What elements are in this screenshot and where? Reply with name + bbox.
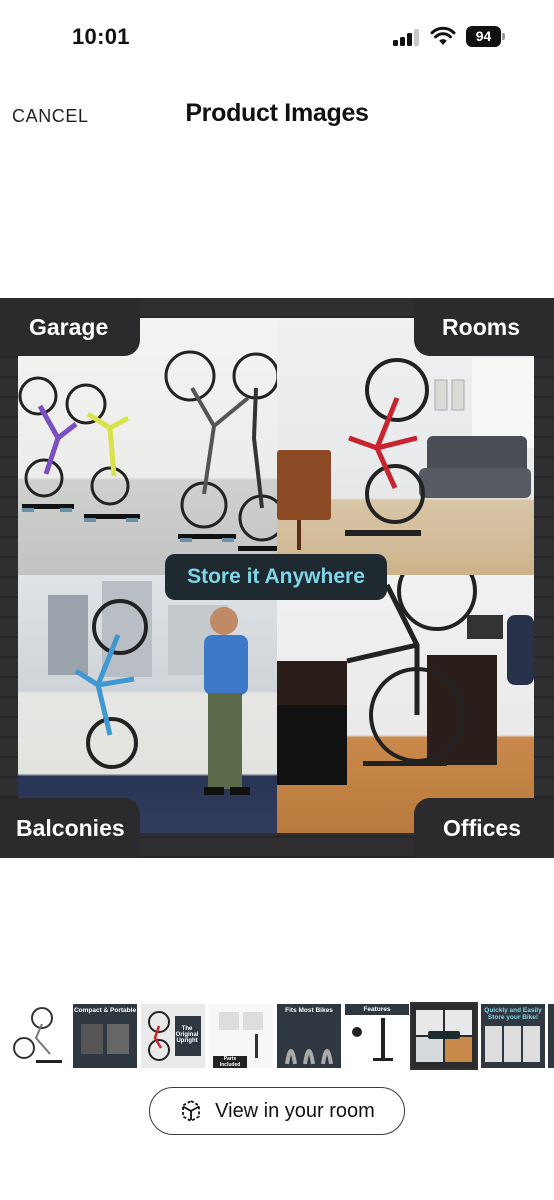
- status-bar: 10:01 94: [0, 0, 554, 76]
- ar-cube-icon: [182, 1099, 201, 1123]
- center-caption: Store it Anywhere: [165, 554, 387, 600]
- status-time: 10:01: [72, 24, 130, 49]
- label-offices: Offices: [414, 798, 554, 858]
- thumbnail-3[interactable]: The Original Upright: [141, 1004, 205, 1068]
- thumbnail-8[interactable]: Quickly and Easily Store your Bike!: [481, 1004, 545, 1068]
- garage-photo: [18, 318, 277, 575]
- label-balconies: Balconies: [0, 798, 140, 858]
- view-in-room-label: View in your room: [215, 1099, 375, 1122]
- thumbnail-6[interactable]: Features: [345, 1004, 409, 1068]
- battery-icon: 94: [466, 26, 506, 47]
- page-title: Product Images: [185, 99, 369, 127]
- thumbnail-strip[interactable]: Compact & Portable The Original Upright …: [0, 1002, 554, 1070]
- main-product-image[interactable]: Garage Rooms Balconies Offices Store it …: [0, 298, 554, 858]
- offices-photo: [277, 575, 534, 833]
- wifi-icon: [430, 26, 456, 45]
- label-rooms: Rooms: [414, 298, 554, 356]
- thumbnail-2[interactable]: Compact & Portable: [73, 1004, 137, 1068]
- cellular-signal-icon: [393, 29, 421, 46]
- rooms-photo: [277, 318, 534, 575]
- label-garage: Garage: [0, 298, 140, 356]
- thumbnail-5[interactable]: Fits Most Bikes: [277, 1004, 341, 1068]
- battery-level: 94: [466, 26, 501, 47]
- thumbnail-7[interactable]: [410, 1002, 478, 1070]
- balconies-photo: [18, 575, 277, 833]
- thumbnail-4[interactable]: Parts Included: [209, 1004, 273, 1068]
- thumbnail-1[interactable]: [2, 1004, 66, 1068]
- view-in-room-button[interactable]: View in your room: [149, 1087, 405, 1135]
- thumbnail-9[interactable]: [548, 1004, 554, 1068]
